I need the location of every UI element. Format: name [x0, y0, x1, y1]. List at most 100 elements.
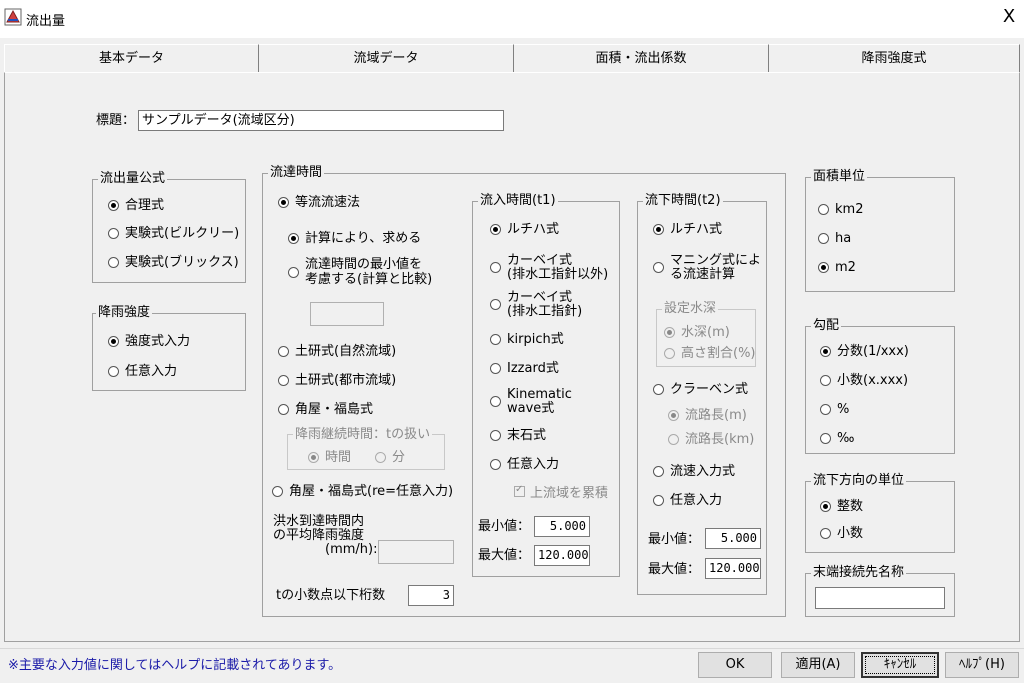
radio-label: 任意入力 — [670, 493, 723, 508]
ok-button[interactable]: OK — [698, 652, 772, 678]
radio-equal-velocity[interactable]: 等流流速法 — [278, 195, 360, 210]
flow-direction-legend: 流下方向の単位 — [811, 473, 907, 488]
radio-min-value[interactable]: 流達時間の最小値を 考慮する(計算と比較) — [288, 257, 432, 287]
radio-velocity-input[interactable]: 流速入力式 — [653, 464, 735, 479]
cancel-button[interactable]: ｷｬﾝｾﾙ — [861, 652, 939, 678]
radio-kraven[interactable]: クラーベン式 — [653, 382, 748, 397]
radio-label: 実験式(ビルクリー) — [125, 226, 240, 241]
terminal-legend: 末端接続先名称 — [811, 565, 907, 580]
radio-water-depth-ratio[interactable]: 高さ割合(%) — [664, 346, 756, 361]
terminal-name-input[interactable] — [815, 587, 945, 609]
radio-label: クラーベン式 — [670, 382, 749, 397]
radio-duration-minutes[interactable]: 分 — [375, 450, 405, 465]
radio-water-depth-m[interactable]: 水深(m) — [664, 325, 730, 340]
radio-inflow-arbitrary[interactable]: 任意入力 — [490, 457, 559, 472]
radio-label: Izzard式 — [507, 361, 559, 376]
downflow-max-input[interactable]: 120.000 — [705, 558, 761, 579]
radio-label: 等流流速法 — [295, 195, 361, 210]
radio-downflow-arbitrary[interactable]: 任意入力 — [653, 493, 722, 508]
radio-dot — [818, 233, 829, 244]
radio-kadoya-re[interactable]: 角屋・福島式(re=任意入力) — [272, 484, 453, 499]
radio-dot — [278, 346, 289, 357]
radio-t2-rziha[interactable]: ルチハ式 — [653, 222, 722, 237]
radio-dot — [288, 233, 299, 244]
radio-label: 合理式 — [125, 198, 165, 213]
radio-dot — [278, 197, 289, 208]
flood-avg-line3: (mm/h): — [325, 542, 378, 557]
checkbox-box — [514, 484, 525, 497]
radio-slope-decimal[interactable]: 小数(x.xxx) — [820, 373, 908, 388]
tab-area-coefficient[interactable]: 面積・流出係数 — [514, 44, 769, 72]
radio-area-km2[interactable]: km2 — [818, 202, 863, 217]
radio-label: 流達時間の最小値を 考慮する(計算と比較) — [305, 257, 432, 287]
title-input[interactable]: サンプルデータ(流域区分) — [138, 110, 504, 131]
radio-dot — [664, 327, 675, 338]
radio-kerby-guideline[interactable]: カーベイ式 (排水工指針) — [490, 291, 582, 319]
radio-direction-integer[interactable]: 整数 — [820, 499, 863, 514]
inflow-max-label: 最大値： — [478, 548, 531, 563]
radio-brix-formula[interactable]: 実験式(ブリックス) — [108, 255, 239, 270]
radio-direction-decimal[interactable]: 小数 — [820, 526, 863, 541]
inflow-min-label: 最小値： — [478, 519, 531, 534]
radio-label: Kinematic wave式 — [507, 388, 572, 416]
radio-dot — [820, 404, 831, 415]
tab-rain-intensity-formula[interactable]: 降雨強度式 — [769, 44, 1020, 72]
radio-area-ha[interactable]: ha — [818, 231, 851, 246]
radio-dot — [818, 262, 829, 273]
radio-slope-fraction[interactable]: 分数(1/xxx) — [820, 344, 909, 359]
tab-basin-data[interactable]: 流域データ — [259, 44, 514, 72]
inflow-min-input[interactable]: 5.000 — [534, 516, 590, 537]
radio-area-m2[interactable]: m2 — [818, 260, 856, 275]
radio-channel-length-m[interactable]: 流路長(m) — [668, 408, 747, 423]
radio-kerby-other[interactable]: カーベイ式 (排水工指針以外) — [490, 254, 608, 282]
radio-doken-urban[interactable]: 土研式(都市流域) — [278, 373, 396, 388]
close-button[interactable]: X — [998, 6, 1020, 27]
radio-dot — [108, 257, 119, 268]
radio-rziha[interactable]: ルチハ式 — [490, 222, 559, 237]
radio-label: 分 — [392, 450, 406, 465]
radio-channel-length-km[interactable]: 流路長(km) — [668, 432, 754, 447]
flow-direction-group — [805, 481, 955, 553]
help-note: ※主要な入力値に関してはヘルプに記載されてあります。 — [8, 658, 342, 673]
radio-kirpich[interactable]: kirpich式 — [490, 332, 564, 347]
downflow-time-legend: 流下時間(t2) — [643, 193, 723, 208]
downflow-min-input[interactable]: 5.000 — [705, 528, 761, 549]
apply-button[interactable]: 適用(A) — [781, 652, 855, 678]
tab-basic-data[interactable]: 基本データ — [4, 44, 259, 72]
radio-buerkli-formula[interactable]: 実験式(ビルクリー) — [108, 226, 239, 241]
slope-legend: 勾配 — [811, 318, 842, 333]
help-button[interactable]: ﾍﾙﾌﾟ(H) — [945, 652, 1019, 678]
radio-doken-natural[interactable]: 土研式(自然流域) — [278, 344, 396, 359]
tab-strip: 基本データ 流域データ 面積・流出係数 降雨強度式 — [4, 44, 1020, 72]
radio-calc[interactable]: 計算により、求める — [288, 231, 421, 246]
radio-dot — [820, 346, 831, 357]
radio-intensity-formula-input[interactable]: 強度式入力 — [108, 334, 190, 349]
outflow-formula-legend: 流出量公式 — [98, 171, 168, 186]
radio-label: kirpich式 — [507, 332, 564, 347]
radio-dot — [490, 299, 501, 310]
min-value-input[interactable] — [310, 302, 384, 326]
radio-kinematic-wave[interactable]: Kinematic wave式 — [490, 388, 572, 416]
radio-izzard[interactable]: Izzard式 — [490, 361, 559, 376]
flood-avg-line2: の平均降雨強度 — [273, 528, 365, 543]
radio-duration-hours[interactable]: 時間 — [308, 450, 351, 465]
downflow-min-label: 最小値： — [648, 532, 701, 547]
radio-sueishi[interactable]: 末石式 — [490, 428, 546, 443]
accumulate-checkbox[interactable]: 上流域を累積 — [514, 482, 608, 501]
radio-manning[interactable]: マニング式によ る流速計算 — [653, 254, 761, 282]
radio-label: ha — [835, 231, 852, 246]
radio-slope-permille[interactable]: ‰ — [820, 431, 854, 446]
radio-label: m2 — [835, 260, 856, 275]
radio-label: 分数(1/xxx) — [837, 344, 909, 359]
radio-dot — [653, 466, 664, 477]
radio-dot — [272, 486, 283, 497]
flood-avg-input[interactable] — [378, 540, 454, 564]
radio-intensity-arbitrary[interactable]: 任意入力 — [108, 364, 177, 379]
inflow-max-input[interactable]: 120.000 — [534, 545, 590, 566]
decimal-input[interactable]: 3 — [408, 585, 454, 606]
manning-line2: る流速計算 — [670, 267, 736, 282]
flow-time-legend: 流達時間 — [268, 165, 325, 180]
radio-slope-percent[interactable]: % — [820, 402, 849, 417]
radio-rational-formula[interactable]: 合理式 — [108, 198, 164, 213]
radio-kadoya-fukushima[interactable]: 角屋・福島式 — [278, 402, 373, 417]
